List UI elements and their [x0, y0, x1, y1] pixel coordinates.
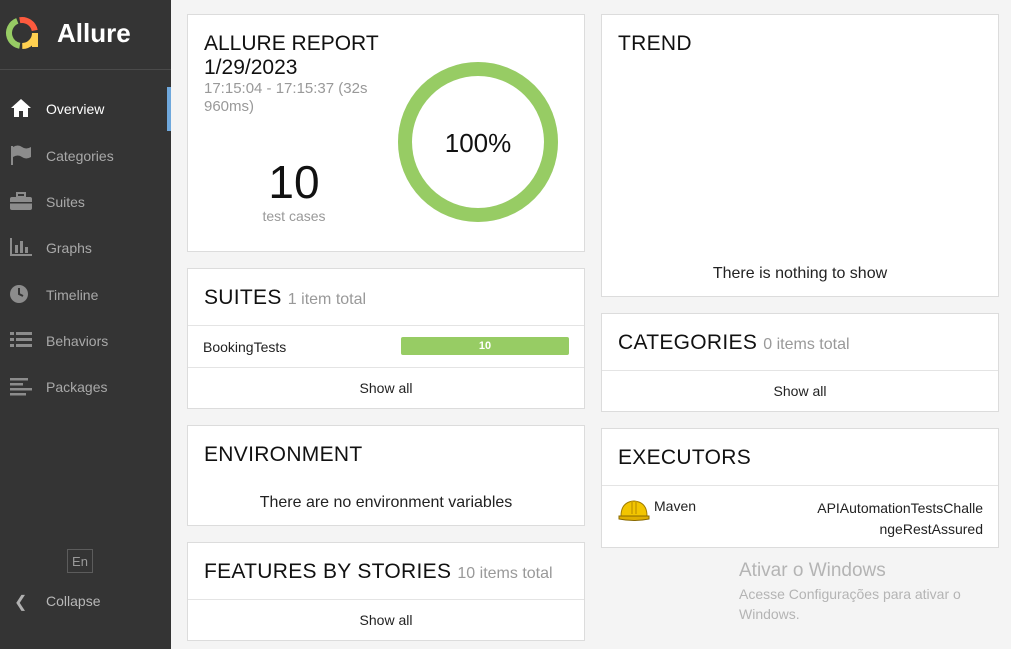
nav-label: Overview: [46, 101, 105, 117]
language-selector[interactable]: En: [67, 549, 93, 573]
brand-header[interactable]: Allure: [0, 0, 171, 70]
environment-empty-message: There are no environment variables: [259, 494, 513, 511]
trend-title: TREND: [618, 32, 692, 55]
trend-empty-message: There is nothing to show: [712, 265, 888, 282]
environment-widget: ENVIRONMENT There are no environment var…: [187, 425, 585, 526]
features-widget: FEATURES BY STORIES 10 items total Show …: [187, 542, 585, 641]
list-icon: [10, 332, 32, 347]
report-time-block: 17:15:04 - 17:15:37 (32s 960ms): [204, 80, 367, 116]
suites-count: 1 item total: [287, 291, 367, 308]
features-title: FEATURES BY STORIES: [204, 560, 452, 583]
bar-chart-icon: [10, 238, 32, 256]
divider: [188, 367, 584, 368]
categories-show-all-link[interactable]: Show all: [602, 383, 998, 399]
active-indicator: [167, 87, 171, 131]
suites-widget: SUITES 1 item total BookingTests 10 Show…: [187, 268, 585, 409]
allure-logo-icon: [5, 17, 38, 49]
executor-row[interactable]: Maven APIAutomationTestsChalle ngeRestAs…: [602, 486, 998, 546]
windows-watermark-title: Ativar o Windows: [739, 560, 886, 581]
report-date: 1/29/2023: [204, 56, 298, 79]
executor-name: Maven: [654, 498, 697, 514]
executors-widget: EXECUTORS Maven APIAutomationTestsChalle…: [601, 428, 999, 548]
nav-item-suites[interactable]: Suites: [0, 180, 171, 224]
nav-item-categories[interactable]: Categories: [0, 134, 171, 178]
suites-show-all-link[interactable]: Show all: [188, 380, 584, 396]
features-show-all-link[interactable]: Show all: [188, 612, 584, 628]
clock-icon: [10, 285, 28, 303]
sidebar: Allure Overview Categories Suites Graphs…: [0, 0, 171, 649]
suites-title: SUITES: [204, 286, 282, 309]
executor-build-line: APIAutomationTestsChalle: [817, 500, 983, 516]
executors-title: EXECUTORS: [618, 446, 752, 469]
windows-watermark-subtitle: Acesse Configurações para ativar o Windo…: [739, 586, 961, 622]
nav-label: Graphs: [46, 240, 92, 256]
pass-rate-percent: 100%: [444, 128, 512, 158]
executor-build-link[interactable]: APIAutomationTestsChalle ngeRestAssured: [817, 498, 983, 540]
briefcase-icon: [10, 192, 32, 210]
test-case-count: 10: [268, 156, 320, 208]
report-title: ALLURE REPORT: [204, 32, 379, 55]
trend-widget: TREND There is nothing to show: [601, 14, 999, 297]
suite-name: BookingTests: [203, 339, 287, 355]
categories-count: 0 items total: [763, 336, 850, 353]
brand-name: Allure: [57, 18, 131, 48]
flag-icon: [11, 145, 31, 165]
test-case-label: test cases: [262, 208, 326, 224]
nav-label: Behaviors: [46, 333, 109, 349]
features-count: 10 items total: [457, 565, 553, 582]
hard-hat-icon: [618, 500, 650, 521]
suite-status-bar[interactable]: 10: [401, 337, 569, 355]
nav-item-packages[interactable]: Packages: [0, 365, 171, 409]
report-duration: 960ms): [204, 98, 255, 115]
nav-label: Categories: [46, 148, 114, 164]
nav-item-overview[interactable]: Overview: [0, 87, 171, 131]
executor-build-line: ngeRestAssured: [879, 521, 983, 537]
nav-item-timeline[interactable]: Timeline: [0, 273, 171, 317]
collapse-button[interactable]: ❮ Collapse: [0, 588, 171, 614]
chevron-left-icon: ❮: [14, 594, 28, 611]
suites-title-row: SUITES 1 item total: [204, 286, 366, 310]
align-left-icon: [10, 378, 32, 396]
categories-widget: CATEGORIES 0 items total Show all: [601, 313, 999, 412]
suite-row[interactable]: BookingTests 10: [188, 326, 584, 367]
nav-item-behaviors[interactable]: Behaviors: [0, 319, 171, 363]
summary-widget: ALLURE REPORT 1/29/2023 17:15:04 - 17:15…: [187, 14, 585, 252]
nav-label: Timeline: [46, 287, 99, 303]
report-time-range: 17:15:04 - 17:15:37 (32s: [204, 80, 368, 97]
home-icon: [11, 99, 31, 117]
divider: [188, 599, 584, 600]
environment-title: ENVIRONMENT: [204, 443, 363, 466]
features-title-row: FEATURES BY STORIES 10 items total: [204, 560, 553, 584]
nav-label: Suites: [46, 194, 85, 210]
report-title-block: ALLURE REPORT 1/29/2023: [204, 32, 379, 80]
nav-item-graphs[interactable]: Graphs: [0, 226, 171, 270]
divider: [602, 370, 998, 371]
categories-title: CATEGORIES: [618, 331, 758, 354]
nav-label: Packages: [46, 379, 108, 395]
collapse-label: Collapse: [46, 593, 101, 609]
categories-title-row: CATEGORIES 0 items total: [618, 331, 850, 355]
